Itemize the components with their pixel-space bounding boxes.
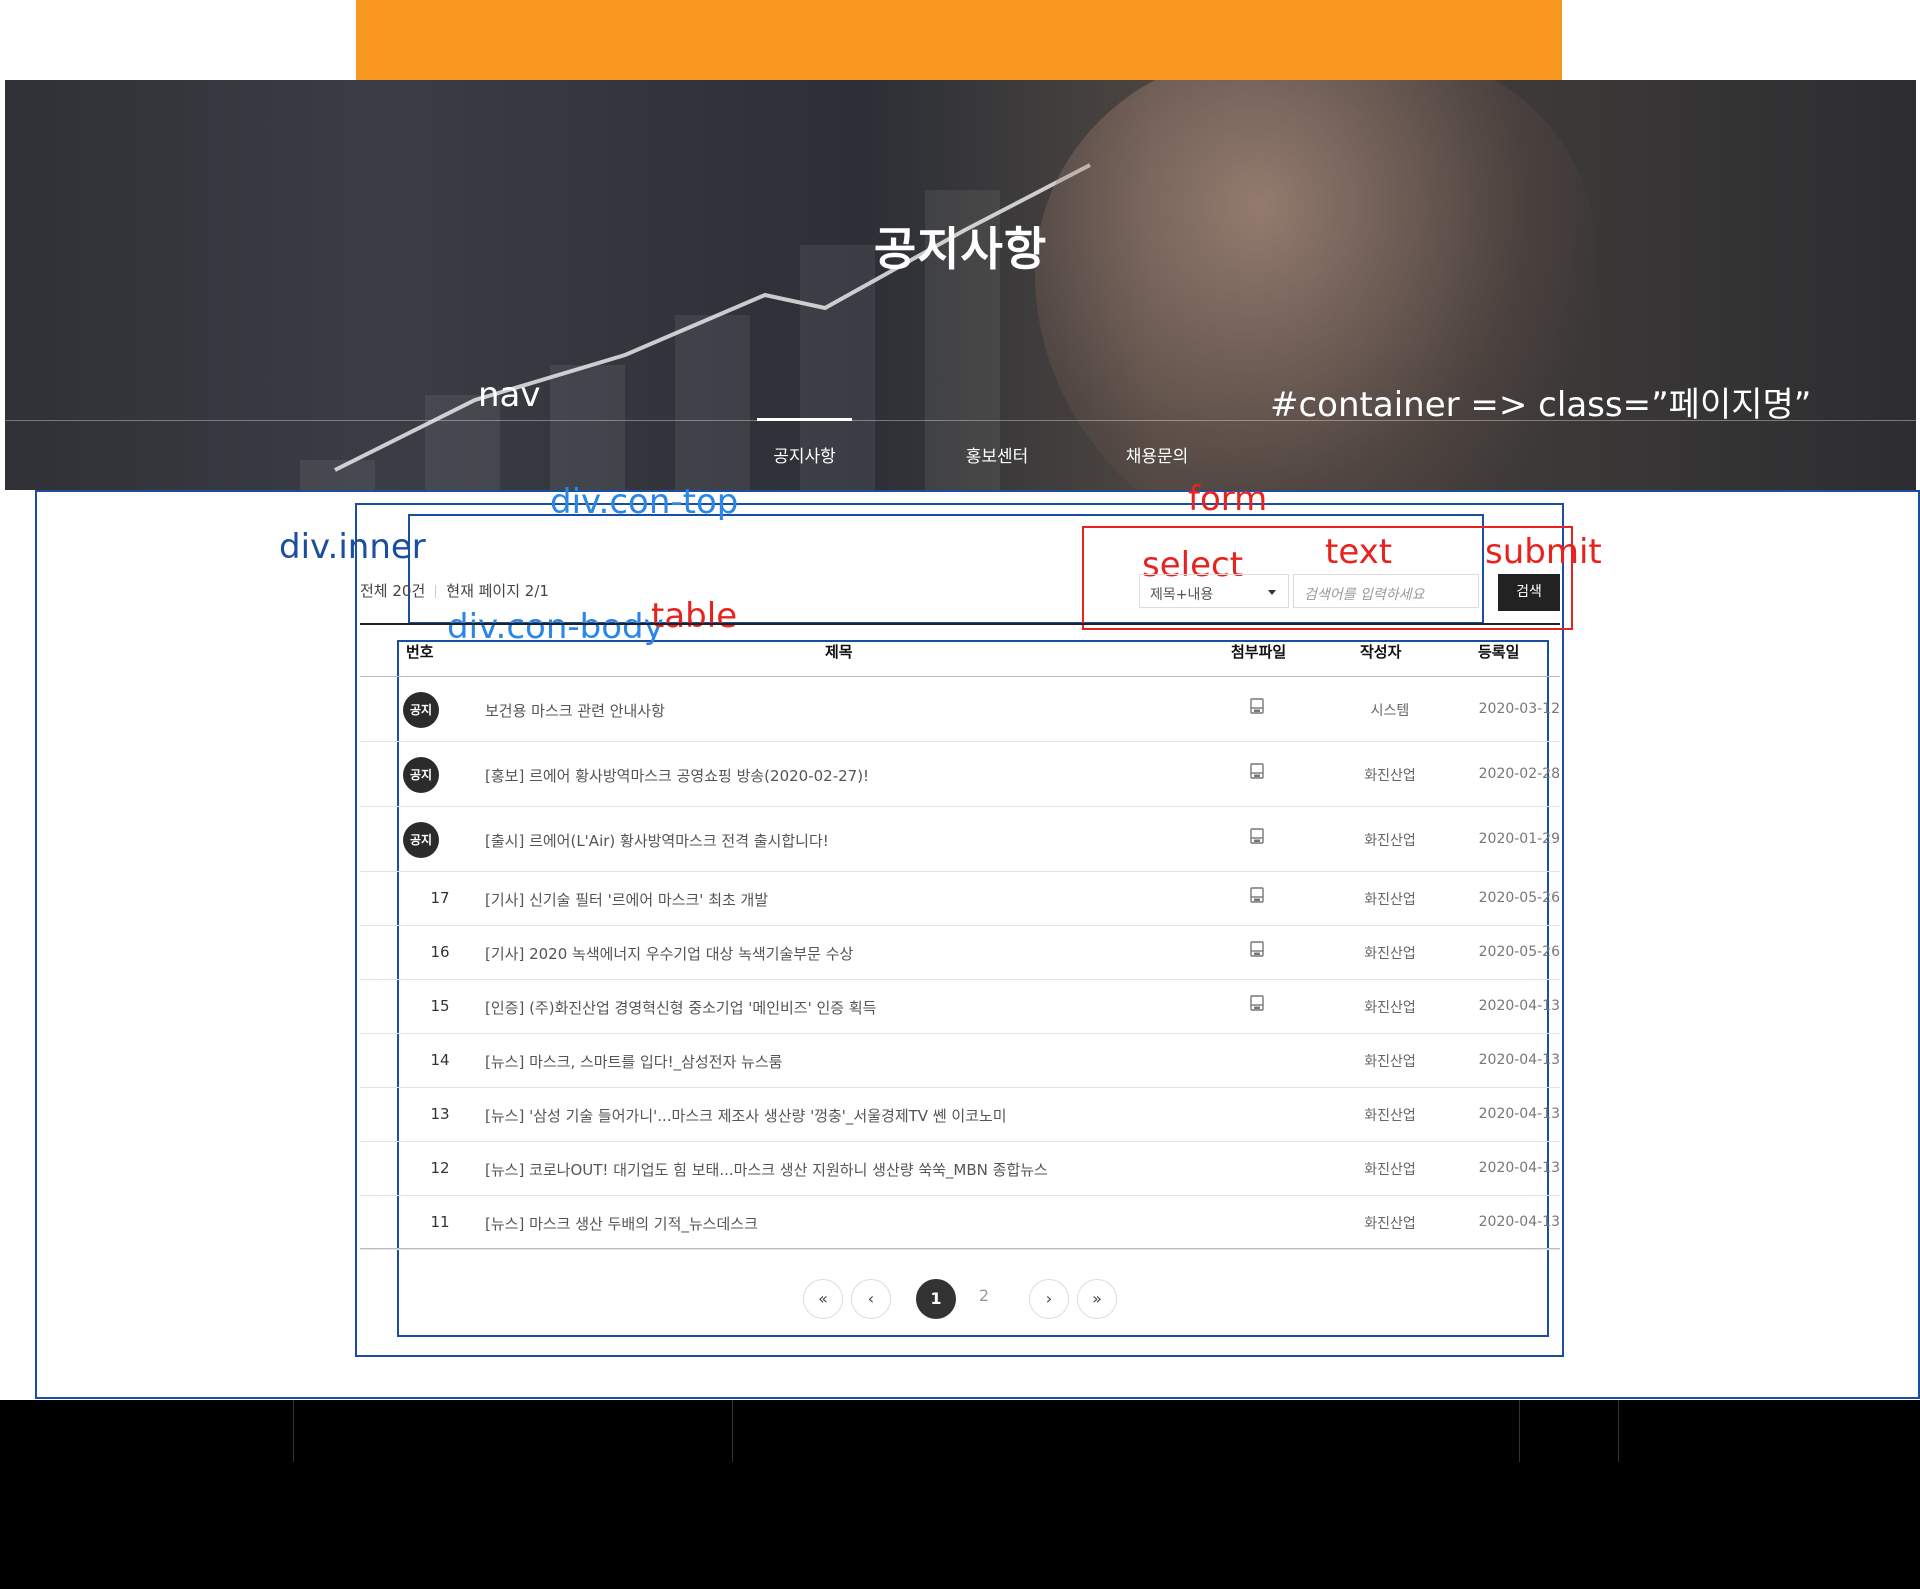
hero-banner: 공지사항 공지사항 홍보센터 채용문의 nav #container => cl… [5, 80, 1916, 490]
row-author: 화진산업 [1364, 1054, 1416, 1070]
table-row[interactable]: 17 [기사] 신기술 필터 '르에어 마스크' 최초 개발 화진산업 2020-05… [360, 872, 1560, 926]
search-input[interactable]: 검색어를 입력하세요 [1293, 574, 1479, 608]
row-author: 화진산업 [1364, 1216, 1416, 1232]
last-page-button[interactable]: » [1077, 1279, 1117, 1319]
row-number: 17 [430, 889, 450, 907]
row-date: 2020-01-29 [1478, 831, 1560, 847]
header-date: 등록일 [1478, 643, 1520, 661]
row-title-link[interactable]: [뉴스] '삼성 기술 들어가니'...마스크 제조사 생산량 '껑충'_서울경… [485, 1105, 1007, 1126]
notice-badge: 공지 [403, 692, 439, 728]
annotation-submit: submit [1485, 532, 1602, 572]
table-header: 번호 제목 첨부파일 작성자 등록일 [360, 635, 1560, 675]
top-orange-bar [356, 0, 1562, 80]
row-author: 화진산업 [1364, 833, 1416, 849]
annotation-con-top: div.con-top [550, 482, 739, 522]
row-date: 2020-04-13 [1478, 1160, 1560, 1176]
nav-item-promotion[interactable]: 홍보센터 [917, 420, 1077, 490]
page-1-button[interactable]: 1 [916, 1279, 956, 1319]
divider [435, 585, 437, 598]
table-row[interactable]: 12 [뉴스] 코로나OUT! 대기업도 힘 보태...마스크 생산 지원하니 생… [360, 1142, 1560, 1196]
row-date: 2020-04-13 [1478, 998, 1560, 1014]
next-page-button[interactable]: › [1029, 1279, 1069, 1319]
file-icon[interactable] [1250, 941, 1264, 957]
caret-down-icon [1268, 590, 1276, 595]
row-date: 2020-04-13 [1478, 1052, 1560, 1068]
table-row[interactable]: 15 [인증] (주)화진산업 경영혁신형 중소기업 '메인비즈' 인증 획득 화진… [360, 980, 1560, 1034]
sub-nav: 공지사항 홍보센터 채용문의 [757, 418, 1237, 490]
table-row[interactable]: 14 [뉴스] 마스크, 스마트를 입다!_삼성전자 뉴스룸 화진산업 2020-04… [360, 1034, 1560, 1088]
total-count: 전체 20건 [360, 582, 426, 600]
row-title-link[interactable]: [홍보] 르에어 황사방역마스크 공영쇼핑 방송(2020-02-27)! [485, 765, 869, 786]
file-icon[interactable] [1250, 828, 1264, 844]
annotation-form: form [1188, 479, 1268, 519]
row-author: 화진산업 [1364, 768, 1416, 784]
row-title-link[interactable]: [출시] 르에어(L'Air) 황사방역마스크 전격 출시합니다! [485, 830, 829, 851]
file-icon[interactable] [1250, 887, 1264, 903]
row-title-link[interactable]: [기사] 신기술 필터 '르에어 마스크' 최초 개발 [485, 889, 768, 910]
search-button[interactable]: 검색 [1498, 574, 1560, 611]
row-date: 2020-05-26 [1478, 890, 1560, 906]
table-row[interactable]: 공지 보건용 마스크 관련 안내사항 시스템 2020-03-12 [360, 677, 1560, 742]
row-number: 14 [430, 1051, 450, 1069]
row-number: 13 [430, 1105, 450, 1123]
row-author: 화진산업 [1364, 1108, 1416, 1124]
row-number: 12 [430, 1159, 450, 1177]
row-title-link[interactable]: [뉴스] 마스크, 스마트를 입다!_삼성전자 뉴스룸 [485, 1051, 782, 1072]
table-row[interactable]: 16 [기사] 2020 녹색에너지 우수기업 대상 녹색기술부문 수상 화진산업 2… [360, 926, 1560, 980]
file-icon[interactable] [1250, 763, 1264, 779]
header-author: 작성자 [1360, 643, 1402, 661]
page-2-button[interactable]: 2 [964, 1277, 1004, 1317]
row-author: 화진산업 [1364, 946, 1416, 962]
row-number: 16 [430, 943, 450, 961]
notice-badge: 공지 [403, 757, 439, 793]
prev-page-button[interactable]: ‹ [851, 1279, 891, 1319]
table-row[interactable]: 공지 [홍보] 르에어 황사방역마스크 공영쇼핑 방송(2020-02-27)! 화… [360, 742, 1560, 807]
table-bottom-border [360, 1248, 1560, 1249]
row-author: 화진산업 [1364, 1162, 1416, 1178]
table-top-border [360, 623, 1560, 625]
annotation-text: text [1325, 532, 1393, 572]
table-row[interactable]: 11 [뉴스] 마스크 생산 두배의 기적_뉴스데스크 화진산업 2020-04-13 [360, 1196, 1560, 1250]
file-icon[interactable] [1250, 995, 1264, 1011]
notice-badge: 공지 [403, 822, 439, 858]
annotation-container: #container => class=”페이지명” [1270, 385, 1812, 425]
row-title-link[interactable]: 보건용 마스크 관련 안내사항 [485, 700, 665, 721]
header-attachment: 첨부파일 [1231, 643, 1287, 661]
row-number: 11 [430, 1213, 450, 1231]
current-page-info: 현재 페이지 2/1 [446, 582, 549, 600]
footer [0, 1400, 1920, 1589]
search-type-select[interactable]: 제목+내용 [1139, 574, 1289, 608]
annotation-inner: div.inner [279, 527, 426, 567]
row-title-link[interactable]: [뉴스] 코로나OUT! 대기업도 힘 보태...마스크 생산 지원하니 생산량… [485, 1159, 1048, 1180]
footer-divider [1519, 1400, 1520, 1462]
row-author: 화진산업 [1364, 1000, 1416, 1016]
nav-item-notice[interactable]: 공지사항 [757, 418, 852, 490]
row-title-link[interactable]: [뉴스] 마스크 생산 두배의 기적_뉴스데스크 [485, 1213, 758, 1234]
row-date: 2020-03-12 [1478, 701, 1560, 717]
footer-divider [1618, 1400, 1619, 1462]
first-page-button[interactable]: « [803, 1279, 843, 1319]
annotation-table: table [651, 596, 738, 636]
annotation-nav: nav [478, 375, 541, 415]
board-count-info: 전체 20건 현재 페이지 2/1 [360, 580, 549, 601]
table-row[interactable]: 공지 [출시] 르에어(L'Air) 황사방역마스크 전격 출시합니다! 화진산업 2… [360, 807, 1560, 872]
row-author: 화진산업 [1364, 892, 1416, 908]
header-number: 번호 [406, 643, 434, 661]
footer-divider [732, 1400, 733, 1462]
row-date: 2020-05-26 [1478, 944, 1560, 960]
row-date: 2020-04-13 [1478, 1214, 1560, 1230]
table-row[interactable]: 13 [뉴스] '삼성 기술 들어가니'...마스크 제조사 생산량 '껑충'_서… [360, 1088, 1560, 1142]
header-title: 제목 [825, 643, 853, 661]
row-title-link[interactable]: [기사] 2020 녹색에너지 우수기업 대상 녹색기술부문 수상 [485, 943, 853, 964]
select-value: 제목+내용 [1150, 587, 1214, 603]
footer-divider [293, 1400, 294, 1462]
row-date: 2020-04-13 [1478, 1106, 1560, 1122]
row-author: 시스템 [1370, 703, 1410, 719]
row-date: 2020-02-28 [1478, 766, 1560, 782]
row-title-link[interactable]: [인증] (주)화진산업 경영혁신형 중소기업 '메인비즈' 인증 획득 [485, 997, 876, 1018]
row-number: 15 [430, 997, 450, 1015]
page-title: 공지사항 [873, 222, 1048, 276]
search-placeholder: 검색어를 입력하세요 [1304, 587, 1425, 603]
file-icon[interactable] [1250, 698, 1264, 714]
